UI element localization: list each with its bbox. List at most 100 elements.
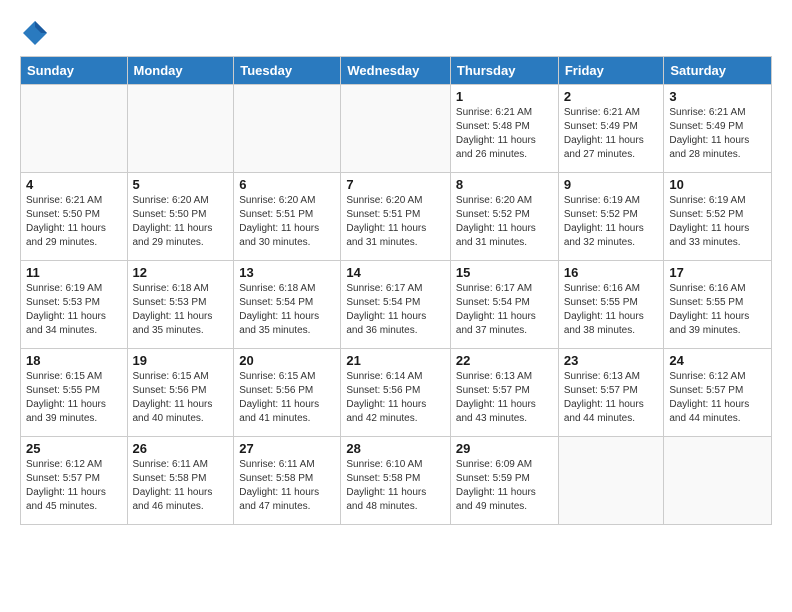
week-row-3: 18 Sunrise: 6:15 AM Sunset: 5:55 PM Dayli… bbox=[21, 349, 772, 437]
header bbox=[10, 10, 782, 52]
day-number: 10 bbox=[669, 177, 766, 192]
header-cell-wednesday: Wednesday bbox=[341, 57, 451, 85]
calendar-cell: 28 Sunrise: 6:10 AM Sunset: 5:58 PM Dayli… bbox=[341, 437, 451, 525]
day-info: Sunrise: 6:18 AM Sunset: 5:53 PM Dayligh… bbox=[133, 282, 229, 338]
day-number: 13 bbox=[239, 265, 335, 280]
logo-icon bbox=[20, 18, 50, 48]
day-info: Sunrise: 6:20 AM Sunset: 5:51 PM Dayligh… bbox=[346, 194, 445, 250]
day-number: 3 bbox=[669, 89, 766, 104]
day-number: 6 bbox=[239, 177, 335, 192]
day-info: Sunrise: 6:19 AM Sunset: 5:53 PM Dayligh… bbox=[26, 282, 122, 338]
header-row: SundayMondayTuesdayWednesdayThursdayFrid… bbox=[21, 57, 772, 85]
calendar-cell: 18 Sunrise: 6:15 AM Sunset: 5:55 PM Dayli… bbox=[21, 349, 128, 437]
day-number: 19 bbox=[133, 353, 229, 368]
day-number: 4 bbox=[26, 177, 122, 192]
calendar: SundayMondayTuesdayWednesdayThursdayFrid… bbox=[10, 52, 782, 529]
calendar-cell: 21Sunrise: 6:14 AM Sunset: 5:56 PM Dayli… bbox=[341, 349, 451, 437]
day-info: Sunrise: 6:19 AM Sunset: 5:52 PM Dayligh… bbox=[669, 194, 766, 250]
day-number: 1 bbox=[456, 89, 553, 104]
day-number: 11 bbox=[26, 265, 122, 280]
calendar-cell: 7 Sunrise: 6:20 AM Sunset: 5:51 PM Daylig… bbox=[341, 173, 451, 261]
day-number: 9 bbox=[564, 177, 659, 192]
day-info: Sunrise: 6:21 AM Sunset: 5:50 PM Dayligh… bbox=[26, 194, 122, 250]
week-row-2: 11 Sunrise: 6:19 AM Sunset: 5:53 PM Dayli… bbox=[21, 261, 772, 349]
day-number: 28 bbox=[346, 441, 445, 456]
calendar-body: 1 Sunrise: 6:21 AM Sunset: 5:48 PM Daylig… bbox=[21, 85, 772, 525]
day-number: 25 bbox=[26, 441, 122, 456]
calendar-table: SundayMondayTuesdayWednesdayThursdayFrid… bbox=[20, 56, 772, 525]
day-info: Sunrise: 6:21 AM Sunset: 5:49 PM Dayligh… bbox=[564, 106, 659, 162]
calendar-cell: 1 Sunrise: 6:21 AM Sunset: 5:48 PM Daylig… bbox=[450, 85, 558, 173]
day-info: Sunrise: 6:16 AM Sunset: 5:55 PM Dayligh… bbox=[564, 282, 659, 338]
day-info: Sunrise: 6:15 AM Sunset: 5:56 PM Dayligh… bbox=[239, 370, 335, 426]
calendar-cell: 11 Sunrise: 6:19 AM Sunset: 5:53 PM Dayli… bbox=[21, 261, 128, 349]
day-number: 26 bbox=[133, 441, 229, 456]
calendar-header: SundayMondayTuesdayWednesdayThursdayFrid… bbox=[21, 57, 772, 85]
day-info: Sunrise: 6:13 AM Sunset: 5:57 PM Dayligh… bbox=[564, 370, 659, 426]
calendar-cell bbox=[341, 85, 451, 173]
day-info: Sunrise: 6:09 AM Sunset: 5:59 PM Dayligh… bbox=[456, 458, 553, 514]
day-info: Sunrise: 6:18 AM Sunset: 5:54 PM Dayligh… bbox=[239, 282, 335, 338]
day-number: 17 bbox=[669, 265, 766, 280]
calendar-cell bbox=[127, 85, 234, 173]
calendar-cell: 4 Sunrise: 6:21 AM Sunset: 5:50 PM Daylig… bbox=[21, 173, 128, 261]
day-number: 8 bbox=[456, 177, 553, 192]
day-info: Sunrise: 6:16 AM Sunset: 5:55 PM Dayligh… bbox=[669, 282, 766, 338]
calendar-cell bbox=[558, 437, 664, 525]
day-info: Sunrise: 6:14 AM Sunset: 5:56 PM Dayligh… bbox=[346, 370, 445, 426]
calendar-cell: 8 Sunrise: 6:20 AM Sunset: 5:52 PM Daylig… bbox=[450, 173, 558, 261]
day-info: Sunrise: 6:20 AM Sunset: 5:50 PM Dayligh… bbox=[133, 194, 229, 250]
day-info: Sunrise: 6:12 AM Sunset: 5:57 PM Dayligh… bbox=[669, 370, 766, 426]
calendar-cell: 23 Sunrise: 6:13 AM Sunset: 5:57 PM Dayli… bbox=[558, 349, 664, 437]
day-number: 20 bbox=[239, 353, 335, 368]
calendar-cell: 5 Sunrise: 6:20 AM Sunset: 5:50 PM Daylig… bbox=[127, 173, 234, 261]
day-info: Sunrise: 6:13 AM Sunset: 5:57 PM Dayligh… bbox=[456, 370, 553, 426]
day-number: 23 bbox=[564, 353, 659, 368]
day-info: Sunrise: 6:20 AM Sunset: 5:51 PM Dayligh… bbox=[239, 194, 335, 250]
calendar-cell: 9Sunrise: 6:19 AM Sunset: 5:52 PM Daylig… bbox=[558, 173, 664, 261]
day-number: 15 bbox=[456, 265, 553, 280]
calendar-cell: 14Sunrise: 6:17 AM Sunset: 5:54 PM Dayli… bbox=[341, 261, 451, 349]
calendar-cell: 20 Sunrise: 6:15 AM Sunset: 5:56 PM Dayli… bbox=[234, 349, 341, 437]
day-number: 18 bbox=[26, 353, 122, 368]
header-cell-monday: Monday bbox=[127, 57, 234, 85]
header-cell-sunday: Sunday bbox=[21, 57, 128, 85]
calendar-cell: 12 Sunrise: 6:18 AM Sunset: 5:53 PM Dayli… bbox=[127, 261, 234, 349]
calendar-cell: 27Sunrise: 6:11 AM Sunset: 5:58 PM Dayli… bbox=[234, 437, 341, 525]
day-number: 2 bbox=[564, 89, 659, 104]
calendar-cell bbox=[664, 437, 772, 525]
calendar-cell: 17 Sunrise: 6:16 AM Sunset: 5:55 PM Dayli… bbox=[664, 261, 772, 349]
day-info: Sunrise: 6:12 AM Sunset: 5:57 PM Dayligh… bbox=[26, 458, 122, 514]
day-info: Sunrise: 6:20 AM Sunset: 5:52 PM Dayligh… bbox=[456, 194, 553, 250]
calendar-cell: 13 Sunrise: 6:18 AM Sunset: 5:54 PM Dayli… bbox=[234, 261, 341, 349]
day-number: 24 bbox=[669, 353, 766, 368]
calendar-cell: 16 Sunrise: 6:16 AM Sunset: 5:55 PM Dayli… bbox=[558, 261, 664, 349]
calendar-cell: 6 Sunrise: 6:20 AM Sunset: 5:51 PM Daylig… bbox=[234, 173, 341, 261]
calendar-cell bbox=[21, 85, 128, 173]
day-info: Sunrise: 6:15 AM Sunset: 5:55 PM Dayligh… bbox=[26, 370, 122, 426]
day-info: Sunrise: 6:21 AM Sunset: 5:49 PM Dayligh… bbox=[669, 106, 766, 162]
day-info: Sunrise: 6:15 AM Sunset: 5:56 PM Dayligh… bbox=[133, 370, 229, 426]
header-cell-saturday: Saturday bbox=[664, 57, 772, 85]
header-cell-friday: Friday bbox=[558, 57, 664, 85]
day-number: 16 bbox=[564, 265, 659, 280]
day-info: Sunrise: 6:11 AM Sunset: 5:58 PM Dayligh… bbox=[133, 458, 229, 514]
header-cell-thursday: Thursday bbox=[450, 57, 558, 85]
calendar-cell bbox=[234, 85, 341, 173]
week-row-1: 4 Sunrise: 6:21 AM Sunset: 5:50 PM Daylig… bbox=[21, 173, 772, 261]
day-number: 12 bbox=[133, 265, 229, 280]
calendar-cell: 10 Sunrise: 6:19 AM Sunset: 5:52 PM Dayli… bbox=[664, 173, 772, 261]
week-row-0: 1 Sunrise: 6:21 AM Sunset: 5:48 PM Daylig… bbox=[21, 85, 772, 173]
week-row-4: 25 Sunrise: 6:12 AM Sunset: 5:57 PM Dayli… bbox=[21, 437, 772, 525]
calendar-cell: 2 Sunrise: 6:21 AM Sunset: 5:49 PM Daylig… bbox=[558, 85, 664, 173]
day-number: 22 bbox=[456, 353, 553, 368]
calendar-cell: 19 Sunrise: 6:15 AM Sunset: 5:56 PM Dayli… bbox=[127, 349, 234, 437]
day-info: Sunrise: 6:21 AM Sunset: 5:48 PM Dayligh… bbox=[456, 106, 553, 162]
calendar-cell: 24 Sunrise: 6:12 AM Sunset: 5:57 PM Dayli… bbox=[664, 349, 772, 437]
day-info: Sunrise: 6:10 AM Sunset: 5:58 PM Dayligh… bbox=[346, 458, 445, 514]
day-number: 7 bbox=[346, 177, 445, 192]
day-number: 5 bbox=[133, 177, 229, 192]
day-number: 29 bbox=[456, 441, 553, 456]
calendar-cell: 25 Sunrise: 6:12 AM Sunset: 5:57 PM Dayli… bbox=[21, 437, 128, 525]
day-info: Sunrise: 6:17 AM Sunset: 5:54 PM Dayligh… bbox=[456, 282, 553, 338]
